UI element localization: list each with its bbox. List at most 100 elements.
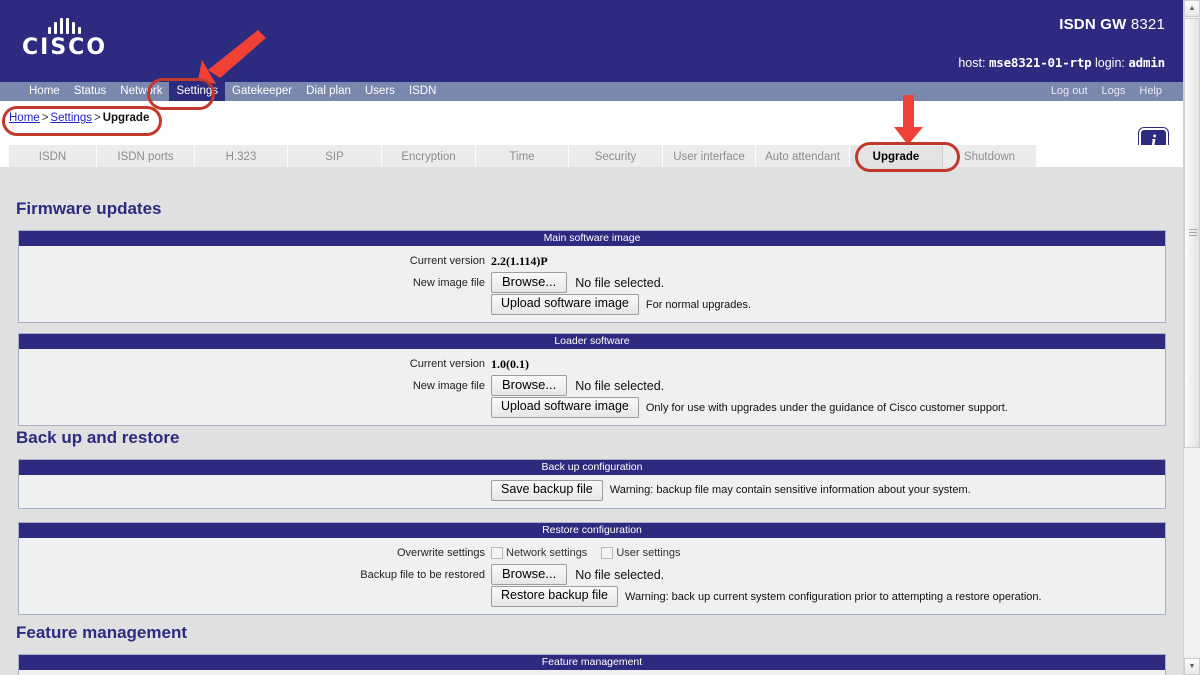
row-main-upload: Upload software image For normal upgrade… <box>19 294 1165 316</box>
device-number: 8321 <box>1130 16 1165 33</box>
tab-security[interactable]: Security <box>569 145 663 167</box>
row-loader-new-image-file: New image file Browse... No file selecte… <box>19 375 1165 397</box>
nav-item-isdn[interactable]: ISDN <box>402 82 443 101</box>
file-status-restore-file: No file selected. <box>575 567 665 582</box>
tab-sip[interactable]: SIP <box>288 145 382 167</box>
label-backup-file-to-be-restored: Backup file to be restored <box>360 568 485 581</box>
nav-item-gatekeeper[interactable]: Gatekeeper <box>225 82 299 101</box>
panel-heading-feature-management: Feature management <box>19 655 1165 670</box>
save-backup-file-button[interactable]: Save backup file <box>491 480 603 501</box>
row-save-backup: Save backup file Warning: backup file ma… <box>19 480 1165 501</box>
device-model: ISDN GW <box>1059 16 1127 33</box>
cisco-bridge-icon <box>22 18 107 34</box>
breadcrumb-item-upgrade: Upgrade <box>102 112 150 124</box>
warning-restore-operation: Warning: back up current system configur… <box>625 590 1042 603</box>
panel-heading-restore-configuration: Restore configuration <box>19 523 1165 538</box>
label-loader-current-version: Current version <box>409 358 485 370</box>
host-login-info: host: mse8321-01-rtp login: admin <box>958 55 1165 70</box>
upload-software-image-button-loader[interactable]: Upload software image <box>491 397 639 419</box>
scrollbar-grip-icon <box>1189 229 1197 237</box>
file-status-loader-image: No file selected. <box>575 378 665 393</box>
primary-nav-items: Home Status Network Settings Gatekeeper … <box>22 82 443 101</box>
scrollbar-up-arrow-icon[interactable]: ▲ <box>1184 0 1200 17</box>
breadcrumb-item-home[interactable]: Home <box>9 112 40 124</box>
panel-restore-configuration: Restore configuration Overwrite settings… <box>18 522 1166 616</box>
arrow-pointing-to-upgrade-tab <box>890 95 930 147</box>
nav-item-logs[interactable]: Logs <box>1095 82 1133 101</box>
browser-page: CISCO ISDN GW 8321 host: mse8321-01-rtp … <box>0 0 1200 675</box>
nav-item-status[interactable]: Status <box>67 82 114 101</box>
checkbox-user-settings[interactable] <box>601 547 614 559</box>
label-overwrite-settings: Overwrite settings <box>396 547 485 559</box>
checkbox-network-settings[interactable] <box>491 547 503 559</box>
panel-heading-back-up-configuration: Back up configuration <box>19 460 1165 475</box>
host-label: host: <box>958 56 986 70</box>
tab-upgrade[interactable]: Upgrade <box>850 145 943 167</box>
panel-back-up-configuration: Back up configuration Save backup file W… <box>18 459 1166 509</box>
row-loader-upload: Upload software image Only for use with … <box>19 397 1165 419</box>
breadcrumb-separator-2: > <box>93 112 101 124</box>
tab-time[interactable]: Time <box>476 145 569 167</box>
section-title-feature-management: Feature management <box>16 623 187 642</box>
device-title: ISDN GW 8321 <box>1059 16 1165 33</box>
breadcrumb-separator-1: > <box>41 112 49 124</box>
restore-backup-file-button[interactable]: Restore backup file <box>491 586 619 608</box>
nav-item-log-out[interactable]: Log out <box>1044 82 1095 101</box>
upload-software-image-button-main[interactable]: Upload software image <box>491 294 639 316</box>
row-overwrite-settings: Overwrite settings Network settings User… <box>19 543 1165 563</box>
cisco-wordmark: CISCO <box>22 35 108 60</box>
tab-auto-attendant[interactable]: Auto attendant <box>756 145 850 167</box>
breadcrumb: Home > Settings > Upgrade <box>9 112 149 124</box>
browse-button-restore-file[interactable]: Browse... <box>491 564 568 586</box>
app-header: CISCO ISDN GW 8321 host: mse8321-01-rtp … <box>0 0 1183 82</box>
nav-item-help[interactable]: Help <box>1132 82 1169 101</box>
hint-loader-upload: Only for use with upgrades under the gui… <box>645 401 1008 414</box>
browse-button-main-image[interactable]: Browse... <box>491 272 568 294</box>
nav-item-users[interactable]: Users <box>358 82 402 101</box>
row-main-current-version: Current version 2.2(1.114)P <box>19 251 1165 271</box>
breadcrumb-item-settings[interactable]: Settings <box>50 112 92 124</box>
tab-encryption[interactable]: Encryption <box>382 145 476 167</box>
login-value: admin <box>1128 55 1165 70</box>
row-backup-file-to-be-restored: Backup file to be restored Browse... No … <box>19 564 1165 586</box>
tab-filler <box>1037 145 1174 167</box>
tab-h323[interactable]: H.323 <box>195 145 288 167</box>
section-title-firmware-updates: Firmware updates <box>16 199 162 218</box>
label-main-new-image-file: New image file <box>412 276 485 289</box>
panel-main-software-image: Main software image Current version 2.2(… <box>18 230 1166 324</box>
nav-item-settings[interactable]: Settings <box>169 82 226 101</box>
nav-item-network[interactable]: Network <box>113 82 169 101</box>
nav-item-home[interactable]: Home <box>22 82 67 101</box>
nav-item-dial-plan[interactable]: Dial plan <box>299 82 358 101</box>
label-main-current-version: Current version <box>409 255 485 267</box>
settings-tab-bar: ISDN ISDN ports H.323 SIP Encryption Tim… <box>9 145 1174 167</box>
panel-heading-loader-software: Loader software <box>19 334 1165 349</box>
page-content: Firmware updates Main software image Cur… <box>0 167 1183 675</box>
scrollbar-thumb[interactable] <box>1184 18 1200 448</box>
cisco-logo: CISCO <box>22 18 107 59</box>
label-loader-new-image-file: New image file <box>412 379 485 392</box>
vertical-scrollbar[interactable]: ▲ ▼ <box>1183 0 1200 675</box>
tab-shutdown[interactable]: Shutdown <box>943 145 1037 167</box>
panel-heading-main-software-image: Main software image <box>19 231 1165 246</box>
row-loader-current-version: Current version 1.0(0.1) <box>19 354 1165 374</box>
primary-navbar: Home Status Network Settings Gatekeeper … <box>0 82 1183 101</box>
value-loader-current-version: 1.0(0.1) <box>491 356 529 371</box>
host-value: mse8321-01-rtp <box>988 55 1092 70</box>
hint-main-upload: For normal upgrades. <box>645 298 752 311</box>
row-main-new-image-file: New image file Browse... No file selecte… <box>19 272 1165 294</box>
panel-loader-software: Loader software Current version 1.0(0.1)… <box>18 333 1166 427</box>
utility-nav-items: Log out Logs Help <box>1044 82 1169 101</box>
tab-user-interface[interactable]: User interface <box>663 145 756 167</box>
browse-button-loader-image[interactable]: Browse... <box>491 375 568 397</box>
tab-isdn[interactable]: ISDN <box>9 145 97 167</box>
tab-isdn-ports[interactable]: ISDN ports <box>97 145 195 167</box>
scrollbar-down-arrow-icon[interactable]: ▼ <box>1184 658 1200 675</box>
value-main-current-version: 2.2(1.114)P <box>491 253 548 268</box>
warning-backup-sensitive: Warning: backup file may contain sensiti… <box>609 484 971 497</box>
row-restore-backup: Restore backup file Warning: back up cur… <box>19 586 1165 608</box>
login-label: login: <box>1094 56 1125 70</box>
file-status-main-image: No file selected. <box>575 275 665 290</box>
panel-feature-management: Feature management <box>18 654 1166 675</box>
section-title-back-up-and-restore: Back up and restore <box>16 428 180 447</box>
